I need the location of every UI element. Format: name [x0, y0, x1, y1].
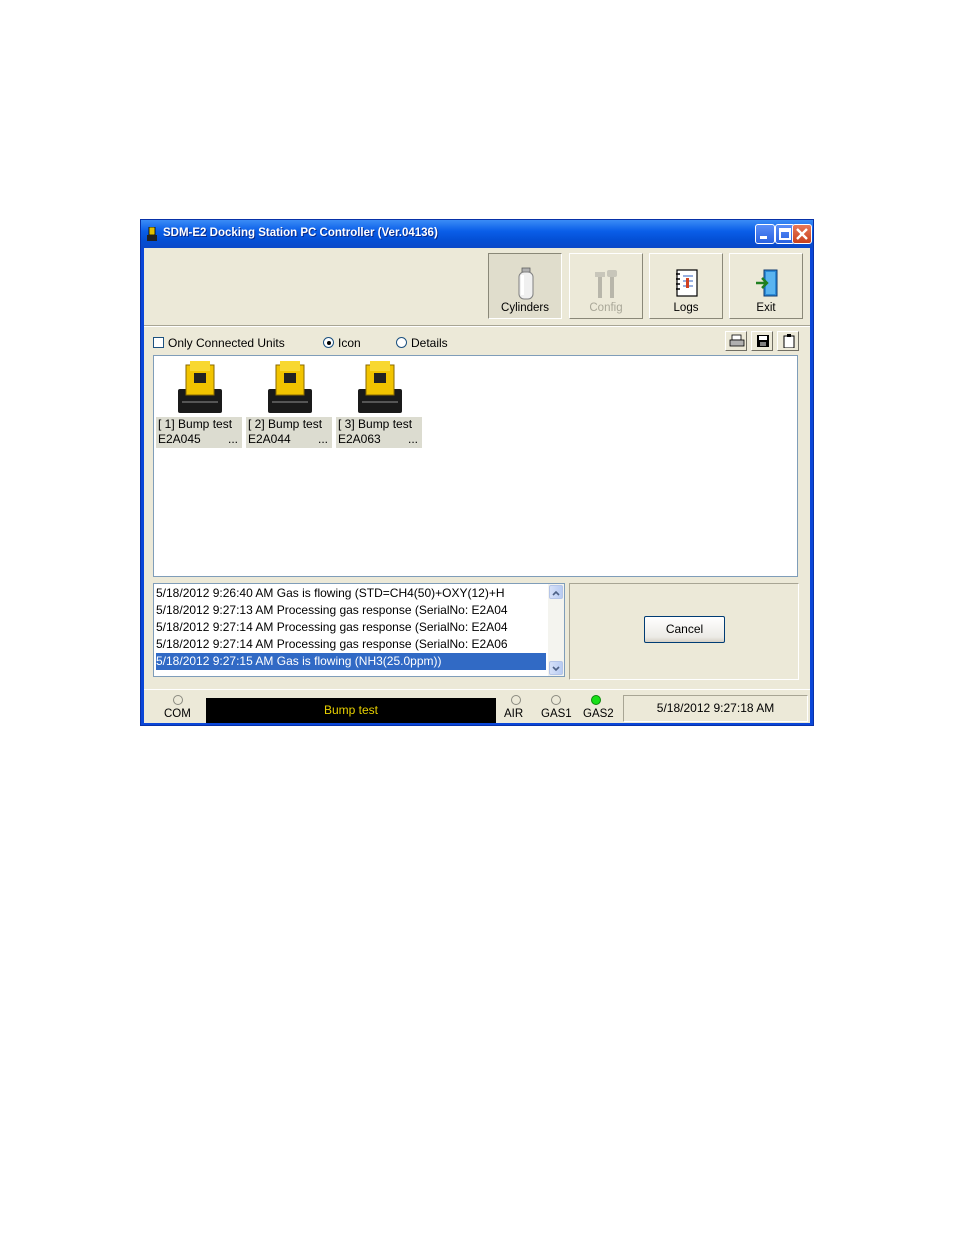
- unit-serial: E2A045: [158, 432, 201, 446]
- unit-more: ...: [317, 432, 328, 446]
- radio-dot: [396, 337, 407, 348]
- checkbox-box: [153, 337, 164, 348]
- docking-station-icon: [358, 361, 402, 413]
- unit-more: ...: [407, 432, 418, 446]
- exit-label: Exit: [756, 302, 776, 314]
- exit-door-icon: [756, 269, 778, 297]
- config-button[interactable]: Config: [569, 253, 643, 319]
- scroll-down-button[interactable]: [549, 661, 563, 675]
- print-button[interactable]: [725, 331, 747, 351]
- unit-item[interactable]: [ 3] Bump test E2A063...: [336, 359, 423, 448]
- app-icon: [147, 227, 157, 241]
- logs-button[interactable]: Logs: [649, 253, 723, 319]
- unit-more: ...: [227, 432, 238, 446]
- cylinders-button[interactable]: Cylinders: [488, 253, 562, 319]
- logs-label: Logs: [673, 302, 699, 314]
- view-details-label: Details: [411, 336, 448, 350]
- status-display: Bump test: [206, 698, 496, 723]
- docking-station-icon: [268, 361, 312, 413]
- unit-item[interactable]: [ 2] Bump test E2A044...: [246, 359, 333, 448]
- unit-serial: E2A044: [248, 432, 291, 446]
- clipboard-icon: [783, 334, 795, 348]
- minimize-button[interactable]: [755, 224, 775, 244]
- printer-icon: [729, 334, 745, 347]
- minimize-icon: [760, 236, 767, 239]
- config-label: Config: [589, 302, 623, 314]
- gas2-label: GAS2: [583, 708, 614, 720]
- unit-item[interactable]: [ 1] Bump test E2A045...: [156, 359, 243, 448]
- gas1-label: GAS1: [541, 708, 572, 720]
- unit-caption: [ 3] Bump test E2A063...: [336, 417, 422, 448]
- close-button[interactable]: [792, 224, 812, 244]
- exit-button[interactable]: Exit: [729, 253, 803, 319]
- title-bar[interactable]: SDM-E2 Docking Station PC Controller (Ve…: [141, 220, 813, 248]
- cancel-button[interactable]: Cancel: [644, 616, 725, 643]
- com-label: COM: [164, 708, 191, 720]
- logbook-icon: [676, 269, 698, 297]
- datetime-display: 5/18/2012 9:27:18 AM: [623, 695, 808, 722]
- unit-status: [ 1] Bump test: [158, 417, 233, 431]
- log-listbox[interactable]: 5/18/2012 9:26:40 AM Gas is flowing (STD…: [153, 583, 565, 677]
- chevron-down-icon: [552, 666, 560, 672]
- log-entry[interactable]: 5/18/2012 9:27:14 AM Processing gas resp…: [156, 636, 546, 653]
- unit-caption: [ 1] Bump test E2A045...: [156, 417, 242, 448]
- toolbar-separator: [144, 325, 810, 327]
- unit-serial: E2A063: [338, 432, 381, 446]
- log-entry[interactable]: 5/18/2012 9:27:13 AM Processing gas resp…: [156, 602, 546, 619]
- air-led: [511, 695, 521, 705]
- log-entry[interactable]: 5/18/2012 9:26:40 AM Gas is flowing (STD…: [156, 585, 546, 602]
- cylinder-icon: [518, 267, 534, 300]
- gas2-led: [591, 695, 601, 705]
- com-led: [173, 695, 183, 705]
- docking-station-icon: [178, 361, 222, 413]
- units-listview[interactable]: [ 1] Bump test E2A045... [ 2] Bump test …: [153, 355, 798, 577]
- status-bar: COM Bump test AIR GAS1 GAS2 5/18/2012 9:…: [144, 689, 810, 724]
- view-icon-radio[interactable]: Icon: [323, 336, 361, 350]
- scroll-up-button[interactable]: [549, 585, 563, 599]
- unit-status: [ 2] Bump test: [248, 417, 323, 431]
- air-label: AIR: [504, 708, 524, 720]
- log-entry-selected[interactable]: 5/18/2012 9:27:15 AM Gas is flowing (NH3…: [156, 653, 546, 670]
- unit-status: [ 3] Bump test: [338, 417, 413, 431]
- view-icon-label: Icon: [338, 336, 361, 350]
- view-details-radio[interactable]: Details: [396, 336, 448, 350]
- gas1-led: [551, 695, 561, 705]
- chevron-up-icon: [552, 590, 560, 596]
- close-icon: [796, 228, 808, 240]
- only-connected-checkbox[interactable]: Only Connected Units: [153, 336, 285, 350]
- action-panel: Cancel: [569, 583, 799, 680]
- log-scrollbar[interactable]: [548, 584, 564, 676]
- window-title: SDM-E2 Docking Station PC Controller (Ve…: [163, 227, 438, 239]
- log-entry[interactable]: 5/18/2012 9:27:14 AM Processing gas resp…: [156, 619, 546, 636]
- floppy-disk-icon: [757, 335, 769, 347]
- cylinders-label: Cylinders: [501, 302, 549, 314]
- unit-caption: [ 2] Bump test E2A044...: [246, 417, 332, 448]
- radio-dot: [323, 337, 334, 348]
- clipboard-button[interactable]: [777, 331, 799, 351]
- client-area: Cylinders Config Logs Exit Only Connecte…: [144, 248, 810, 723]
- only-connected-label: Only Connected Units: [168, 336, 285, 350]
- tools-icon: [595, 270, 617, 298]
- save-button[interactable]: [751, 331, 773, 351]
- app-window: SDM-E2 Docking Station PC Controller (Ve…: [140, 219, 814, 726]
